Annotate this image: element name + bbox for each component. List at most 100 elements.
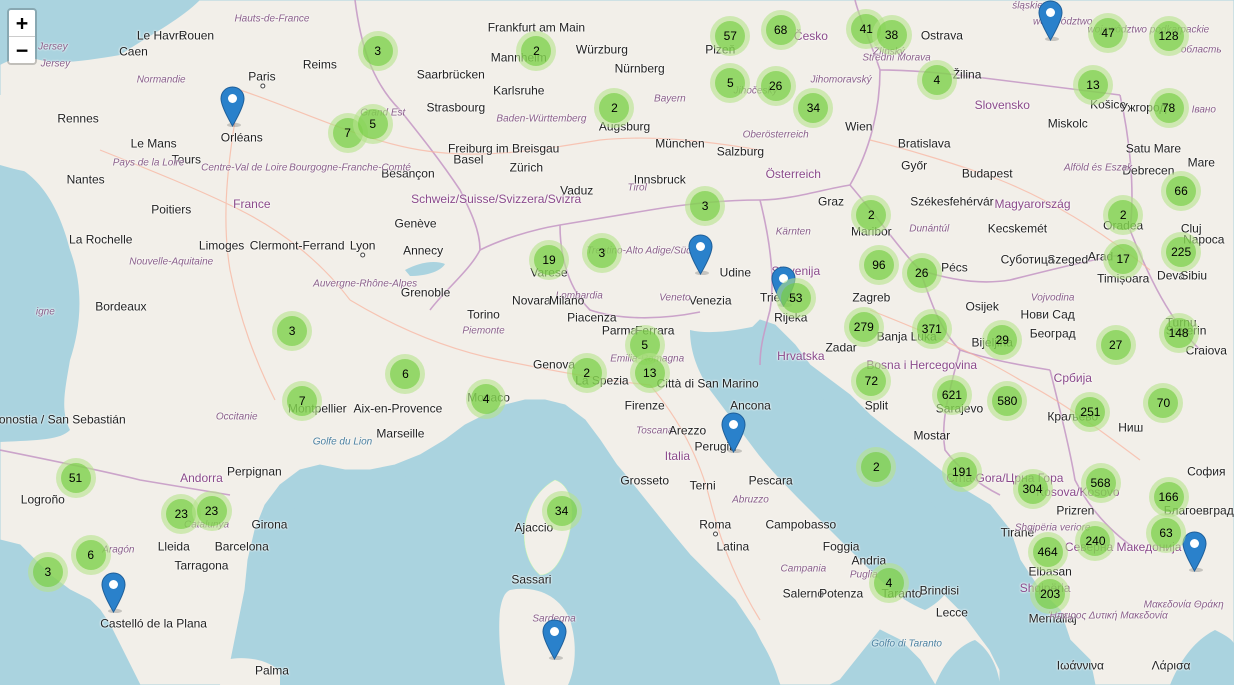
- cluster-count: 68: [765, 15, 796, 46]
- cluster-count: 4: [471, 383, 502, 414]
- cluster-layer: 3 2 57 68 41 38 47 128 5 26 4 13 2 34 78 7 5 66 3 2 2 19 3 17 22…: [0, 0, 1234, 685]
- marker-cluster[interactable]: 26: [755, 65, 796, 106]
- cluster-count: 464: [1032, 537, 1063, 568]
- marker-cluster[interactable]: 203: [1030, 573, 1071, 614]
- cluster-count: 148: [1163, 317, 1194, 348]
- marker-cluster[interactable]: 4: [916, 60, 957, 101]
- cluster-count: 53: [780, 283, 811, 314]
- cluster-count: 2: [1108, 200, 1139, 231]
- cluster-count: 63: [1151, 518, 1181, 549]
- marker-cluster[interactable]: 580: [987, 380, 1028, 421]
- marker-cluster[interactable]: 166: [1148, 477, 1189, 518]
- marker-cluster[interactable]: 371: [911, 308, 952, 349]
- cluster-count: 251: [1075, 396, 1106, 427]
- marker-cluster[interactable]: 6: [70, 535, 111, 576]
- marker-cluster[interactable]: 304: [1012, 468, 1053, 509]
- marker-cluster[interactable]: 621: [931, 374, 972, 415]
- zoom-out-button[interactable]: −: [9, 37, 35, 63]
- cluster-count: 2: [571, 357, 602, 388]
- cluster-count: 26: [906, 258, 937, 289]
- marker-cluster[interactable]: 279: [843, 307, 884, 348]
- cluster-count: 6: [75, 540, 106, 571]
- marker-cluster[interactable]: 128: [1148, 15, 1189, 56]
- marker-cluster[interactable]: 29: [982, 319, 1023, 360]
- marker-cluster[interactable]: 51: [55, 457, 96, 498]
- marker-cluster[interactable]: 63: [1146, 513, 1186, 554]
- marker-cluster[interactable]: 251: [1070, 391, 1111, 432]
- marker-cluster[interactable]: 70: [1143, 383, 1184, 424]
- marker-cluster[interactable]: 3: [357, 31, 398, 72]
- marker-cluster[interactable]: 66: [1161, 170, 1202, 211]
- cluster-count: 96: [863, 250, 894, 281]
- cluster-count: 19: [534, 244, 564, 275]
- cluster-count: 3: [362, 36, 393, 67]
- marker-cluster[interactable]: 78: [1148, 87, 1189, 128]
- cluster-count: 2: [856, 200, 887, 231]
- cluster-count: 3: [690, 191, 721, 222]
- marker-cluster[interactable]: 568: [1080, 463, 1121, 504]
- marker-cluster[interactable]: 19: [529, 239, 569, 280]
- marker-cluster[interactable]: 7: [282, 380, 323, 421]
- cluster-count: 580: [992, 385, 1023, 416]
- marker-cluster[interactable]: 47: [1088, 13, 1129, 54]
- marker-cluster[interactable]: 3: [27, 551, 68, 592]
- cluster-count: 568: [1085, 468, 1116, 499]
- marker-cluster[interactable]: 5: [710, 62, 751, 103]
- cluster-count: 4: [921, 65, 952, 96]
- map-container[interactable]: Le Havre Rouen Caen Paris Reims Hauts-de-Fran…: [0, 0, 1234, 685]
- marker-cluster[interactable]: 34: [541, 490, 582, 531]
- cluster-count: 225: [1166, 237, 1197, 268]
- cluster-count: 304: [1017, 473, 1048, 504]
- marker-cluster[interactable]: 3: [581, 233, 622, 273]
- cluster-count: 34: [798, 92, 829, 123]
- marker-cluster[interactable]: 68: [760, 10, 801, 51]
- cluster-count: 5: [357, 109, 388, 140]
- marker-cluster[interactable]: 2: [566, 352, 607, 393]
- cluster-count: 26: [760, 70, 791, 101]
- marker-cluster[interactable]: 23: [191, 490, 232, 531]
- cluster-count: 240: [1080, 526, 1111, 557]
- zoom-in-button[interactable]: +: [9, 10, 35, 37]
- marker-cluster[interactable]: 2: [856, 446, 897, 487]
- marker-cluster[interactable]: 191: [942, 452, 983, 493]
- marker-cluster[interactable]: 13: [629, 352, 670, 393]
- cluster-count: 23: [196, 495, 227, 526]
- marker-cluster[interactable]: 6: [385, 353, 426, 394]
- cluster-count: 5: [715, 67, 746, 98]
- marker-cluster[interactable]: 17: [1103, 238, 1144, 279]
- cluster-count: 13: [634, 357, 665, 388]
- cluster-count: 38: [876, 19, 907, 50]
- cluster-count: 78: [1153, 92, 1184, 123]
- cluster-count: 3: [586, 238, 617, 268]
- cluster-count: 29: [987, 324, 1018, 355]
- marker-cluster[interactable]: 53: [775, 278, 816, 319]
- cluster-count: 47: [1093, 18, 1124, 49]
- marker-cluster[interactable]: 72: [851, 361, 892, 402]
- marker-cluster[interactable]: 2: [516, 31, 557, 72]
- marker-cluster[interactable]: 3: [685, 186, 726, 227]
- marker-cluster[interactable]: 464: [1027, 532, 1068, 573]
- marker-cluster[interactable]: 240: [1075, 521, 1116, 562]
- marker-cluster[interactable]: 5: [352, 104, 393, 145]
- cluster-count: 2: [599, 92, 630, 123]
- cluster-count: 17: [1108, 243, 1139, 274]
- marker-cluster[interactable]: 3: [272, 311, 313, 352]
- marker-cluster[interactable]: 96: [858, 245, 899, 286]
- cluster-count: 203: [1035, 578, 1066, 609]
- cluster-count: 166: [1153, 482, 1184, 513]
- marker-cluster[interactable]: 2: [1103, 195, 1144, 236]
- marker-cluster[interactable]: 4: [868, 562, 909, 603]
- marker-cluster[interactable]: 26: [901, 253, 942, 294]
- marker-cluster[interactable]: 27: [1095, 325, 1136, 366]
- marker-cluster[interactable]: 34: [793, 87, 834, 128]
- cluster-count: 66: [1166, 175, 1197, 206]
- marker-cluster[interactable]: 148: [1158, 312, 1199, 353]
- marker-cluster[interactable]: 225: [1161, 232, 1202, 273]
- marker-cluster[interactable]: 13: [1072, 64, 1113, 105]
- marker-cluster[interactable]: 38: [871, 14, 912, 55]
- marker-cluster[interactable]: 2: [851, 195, 892, 236]
- marker-cluster[interactable]: 57: [710, 15, 751, 56]
- cluster-count: 621: [936, 379, 967, 410]
- marker-cluster[interactable]: 4: [466, 378, 507, 419]
- marker-cluster[interactable]: 2: [594, 87, 635, 128]
